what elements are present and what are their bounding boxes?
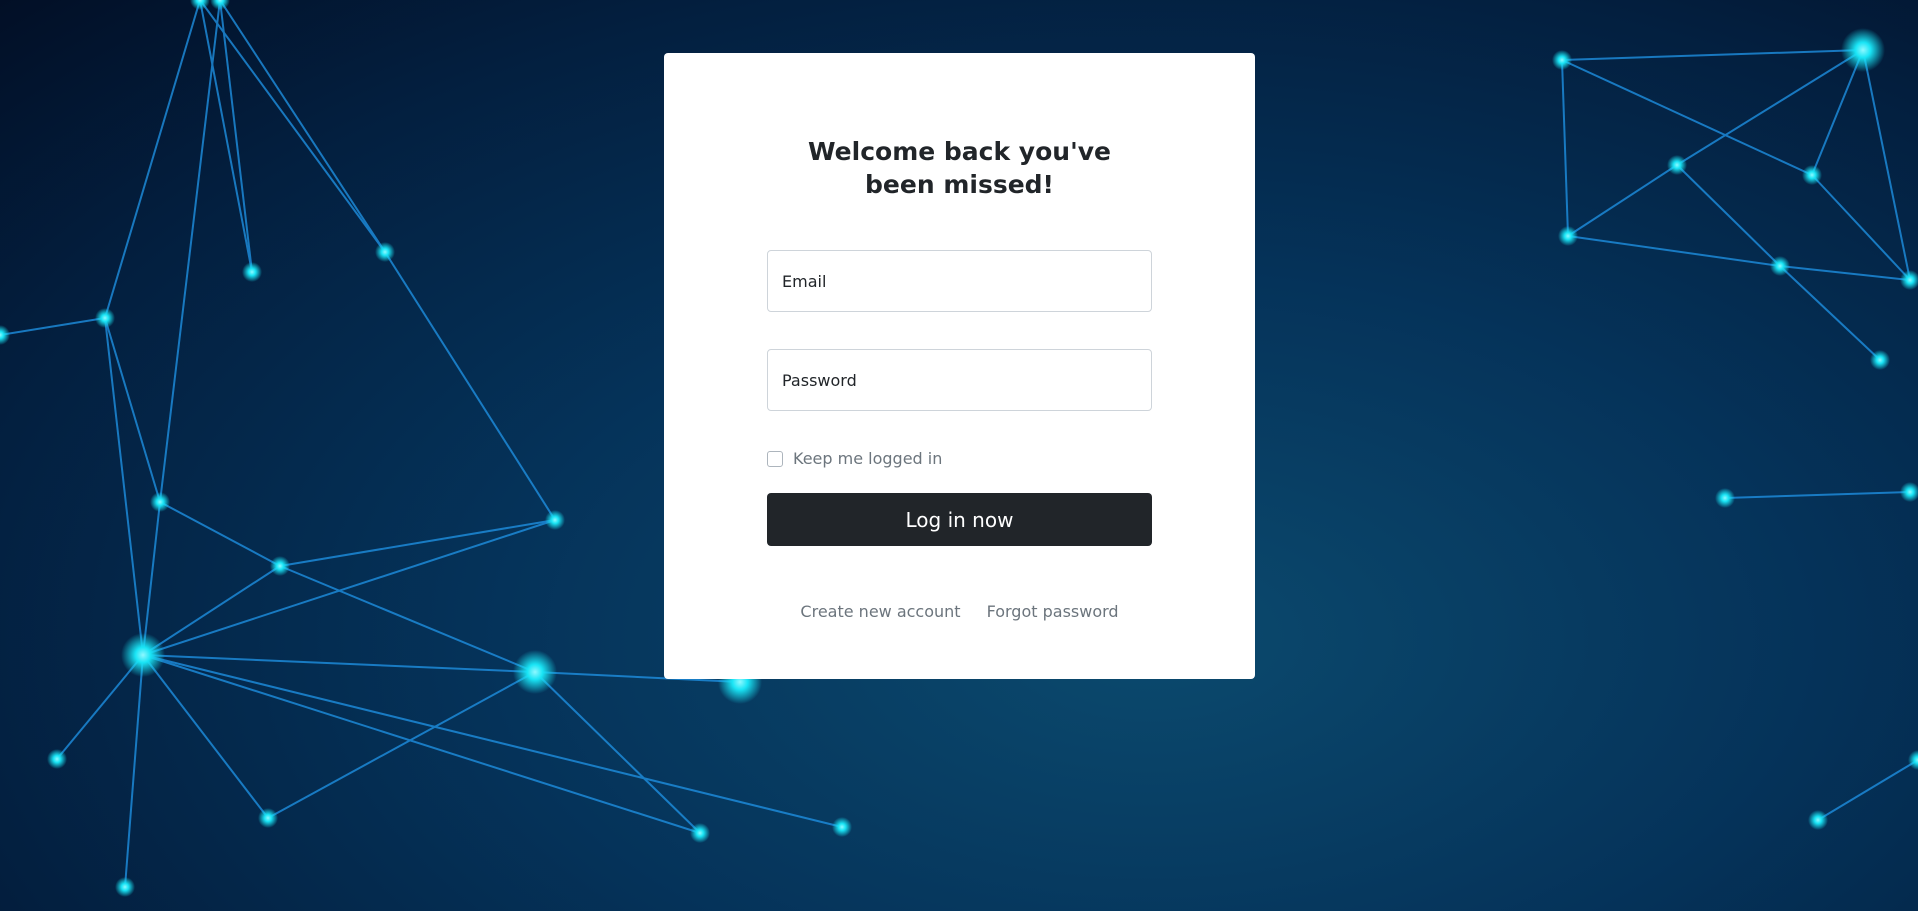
network-line bbox=[142, 565, 281, 656]
network-node bbox=[1552, 50, 1572, 70]
network-line bbox=[142, 654, 269, 819]
remember-me-label: Keep me logged in bbox=[793, 449, 943, 468]
network-line bbox=[267, 671, 536, 819]
network-node bbox=[210, 0, 230, 10]
remember-me-checkbox[interactable]: Keep me logged in bbox=[767, 449, 942, 468]
network-line bbox=[1817, 759, 1918, 821]
network-line bbox=[1567, 235, 1781, 267]
network-node bbox=[242, 262, 262, 282]
forgot-password-link[interactable]: Forgot password bbox=[987, 602, 1119, 621]
password-input[interactable] bbox=[767, 349, 1152, 411]
network-line bbox=[1724, 491, 1911, 499]
network-node bbox=[375, 242, 395, 262]
network-line bbox=[124, 654, 144, 888]
network-node bbox=[832, 817, 852, 837]
network-line bbox=[142, 519, 556, 656]
network-line bbox=[1779, 265, 1911, 281]
network-line bbox=[279, 519, 556, 567]
network-line bbox=[142, 501, 161, 656]
network-node bbox=[545, 510, 565, 530]
network-node bbox=[1900, 482, 1918, 502]
network-node bbox=[513, 650, 557, 694]
network-node bbox=[1802, 165, 1822, 185]
network-line bbox=[199, 0, 386, 253]
network-line bbox=[104, 317, 144, 656]
network-line bbox=[1811, 174, 1911, 281]
footer-links: Create new account Forgot password bbox=[664, 602, 1255, 621]
page-title: Welcome back you've been missed! bbox=[807, 137, 1111, 199]
network-node bbox=[690, 823, 710, 843]
email-input[interactable] bbox=[767, 250, 1152, 312]
network-node bbox=[95, 308, 115, 328]
network-node bbox=[0, 325, 10, 345]
network-line bbox=[104, 317, 161, 503]
network-node bbox=[1667, 155, 1687, 175]
network-line bbox=[159, 0, 221, 503]
network-node bbox=[1908, 750, 1918, 770]
network-node bbox=[47, 749, 67, 769]
network-node bbox=[121, 633, 165, 677]
network-node bbox=[1808, 810, 1828, 830]
network-node bbox=[270, 556, 290, 576]
network-line bbox=[104, 0, 201, 319]
network-line bbox=[1676, 164, 1781, 267]
network-node bbox=[1715, 488, 1735, 508]
network-line bbox=[159, 501, 281, 567]
network-node bbox=[258, 808, 278, 828]
network-line bbox=[384, 251, 556, 521]
network-line bbox=[1561, 59, 1569, 237]
network-node bbox=[1841, 28, 1885, 72]
network-node bbox=[1770, 256, 1790, 276]
network-line bbox=[1561, 49, 1864, 61]
network-line bbox=[534, 671, 701, 834]
checkbox-box[interactable] bbox=[767, 450, 783, 467]
network-node bbox=[115, 877, 135, 897]
network-node bbox=[1870, 350, 1890, 370]
network-line bbox=[142, 654, 701, 834]
login-card: Welcome back you've been missed! Keep me… bbox=[664, 53, 1255, 679]
network-line bbox=[1862, 49, 1911, 281]
login-button[interactable]: Log in now bbox=[767, 493, 1152, 546]
network-line bbox=[1779, 265, 1881, 361]
network-line bbox=[199, 0, 253, 273]
network-line bbox=[0, 317, 106, 336]
network-node bbox=[150, 492, 170, 512]
create-account-link[interactable]: Create new account bbox=[800, 602, 960, 621]
network-node bbox=[1558, 226, 1578, 246]
network-line bbox=[1567, 164, 1678, 237]
network-line bbox=[1676, 49, 1864, 166]
network-line bbox=[279, 565, 536, 673]
